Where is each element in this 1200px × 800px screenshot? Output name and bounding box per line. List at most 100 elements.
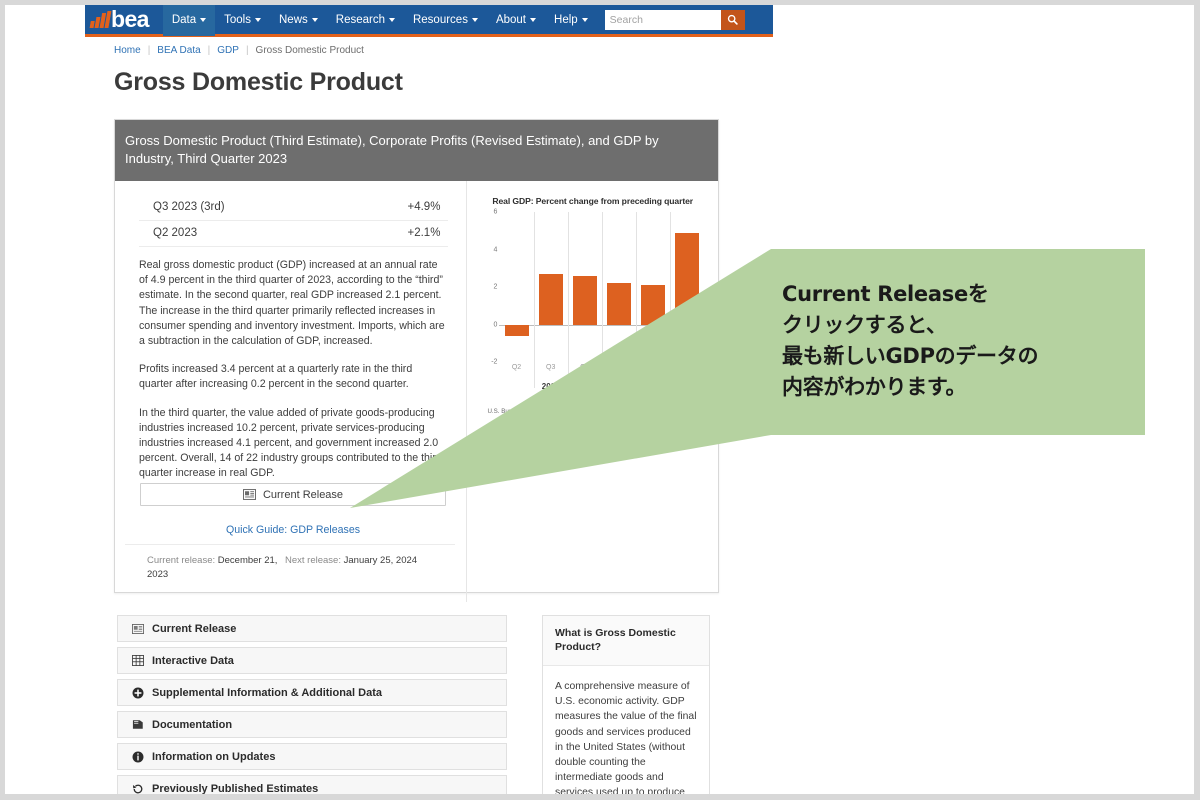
- current-release-button-label: Current Release: [262, 488, 344, 501]
- nav-item-resources-label: Resources: [412, 13, 468, 26]
- chart-bar: [675, 232, 700, 325]
- table-icon: [131, 654, 144, 667]
- screenshot-frame: bea Data Tools News Research Resources A…: [0, 0, 1200, 800]
- nav-item-tools-label: Tools: [224, 13, 251, 26]
- chart-x-group-labels: 2022 2023: [499, 382, 704, 396]
- chart-footnotes: U.S. Bureau of Economic Analysis Seasona…: [487, 408, 700, 415]
- bea-logo[interactable]: bea: [87, 5, 157, 36]
- nav-item-about[interactable]: About: [487, 5, 545, 36]
- list-item-current-release[interactable]: Current Release: [117, 615, 507, 642]
- chart-gridline: [636, 212, 638, 388]
- annotation-callout-text: Current Releaseを クリックすると、 最も新しいGDPのデータの …: [782, 282, 1039, 399]
- list-item-label: Interactive Data: [152, 654, 234, 667]
- site-navbar: bea Data Tools News Research Resources A…: [85, 5, 773, 37]
- nav-item-resources[interactable]: Resources: [404, 5, 487, 36]
- chevron-down-icon: [471, 17, 478, 22]
- site-search: [604, 9, 745, 30]
- browser-page: bea Data Tools News Research Resources A…: [5, 5, 1194, 794]
- chart-x-tick-labels: Q2 Q3 Q4 Q1 Q2 Q3: [499, 364, 704, 376]
- chart-gridline: [601, 212, 603, 388]
- current-release-button[interactable]: Current Release: [140, 483, 446, 506]
- chart-x-tick-label: Q4: [580, 364, 590, 371]
- chart-bar: [504, 324, 529, 336]
- breadcrumb-separator: |: [245, 45, 249, 56]
- current-release-date-group: Current release: December 21, 2023: [125, 554, 285, 582]
- release-card-body: Q3 2023 (3rd) +4.9% Q2 2023 +2.1% Real g…: [115, 181, 718, 602]
- chevron-down-icon: [530, 17, 537, 22]
- resource-link-list: Current Release Interactive Data Supplem…: [117, 615, 507, 795]
- list-item-supplemental-information[interactable]: Supplemental Information & Additional Da…: [117, 679, 507, 706]
- annotation-callout: Current Releaseを クリックすると、 最も新しいGDPのデータの …: [771, 249, 1145, 435]
- next-release-date-value: January 25, 2024: [343, 555, 418, 566]
- what-is-gdp-panel: What is Gross Domestic Product? A compre…: [542, 615, 710, 799]
- release-paragraph-2: Profits increased 3.4 percent at a quart…: [139, 363, 413, 391]
- nav-menu: Data Tools News Research Resources About: [162, 5, 597, 36]
- list-item-label: Documentation: [152, 718, 233, 731]
- next-release-date-label: Next release:: [285, 555, 341, 566]
- search-input[interactable]: [604, 9, 721, 30]
- stat-value: +2.1%: [407, 227, 441, 239]
- quick-guide-link[interactable]: Quick Guide: GDP Releases: [140, 524, 446, 536]
- list-item-documentation[interactable]: Documentation: [117, 711, 507, 738]
- chevron-down-icon: [200, 17, 207, 22]
- nav-item-news[interactable]: News: [270, 5, 327, 36]
- release-card-header: Gross Domestic Product (Third Estimate),…: [115, 120, 718, 181]
- chart-year-label: 2022: [541, 382, 560, 391]
- search-button[interactable]: [720, 9, 745, 30]
- nav-item-help-label: Help: [554, 13, 578, 26]
- nav-item-help[interactable]: Help: [545, 5, 597, 36]
- stat-row-q2-2023: Q2 2023 +2.1%: [139, 221, 449, 247]
- stat-label: Q3 2023 (3rd): [153, 201, 225, 213]
- chart-x-tick-label: Q3: [546, 364, 556, 371]
- breadcrumb-item-bea-data[interactable]: BEA Data: [157, 45, 200, 56]
- bea-logo-text: bea: [111, 6, 149, 32]
- newspaper-icon: [131, 622, 144, 635]
- chart-bar: [538, 273, 563, 325]
- chevron-down-icon: [255, 17, 261, 22]
- what-is-gdp-panel-body: A comprehensive measure of U.S. economic…: [555, 681, 697, 799]
- breadcrumb-current: Gross Domestic Product: [255, 45, 364, 56]
- chart-rate-note: Seasonally adjusted annual rates: [608, 408, 700, 415]
- breadcrumb: Home | BEA Data | GDP | Gross Domestic P…: [114, 45, 364, 56]
- chart-gridline: [533, 212, 535, 388]
- chart-y-tick: 4: [493, 246, 498, 253]
- current-release-date-label: Current release:: [147, 555, 216, 566]
- stat-row-q3-2023: Q3 2023 (3rd) +4.9%: [139, 195, 449, 221]
- release-paragraph-1: Real gross domestic product (GDP) increa…: [139, 259, 445, 348]
- release-card-chart-column: Real GDP: Percent change from preceding …: [466, 181, 718, 602]
- nav-item-data-label: Data: [171, 13, 197, 26]
- gdp-bar-chart: -2 0 2 4 6 Q2 Q3 Q4 Q1 Q2 Q3 2022 2023 U.S. Bureau…: [481, 209, 704, 415]
- chart-x-tick-label: Q2: [648, 364, 658, 371]
- chart-y-tick: 0: [493, 321, 498, 328]
- list-item-information-on-updates[interactable]: Information on Updates: [117, 743, 507, 770]
- chart-year-label: 2023: [644, 382, 663, 391]
- chart-plot-area: [499, 212, 704, 388]
- book-icon: [131, 718, 144, 731]
- nav-item-data[interactable]: Data: [162, 5, 216, 36]
- release-summary-text: Real gross domestic product (GDP) increa…: [139, 258, 448, 482]
- chart-bar: [607, 283, 632, 325]
- chart-bar: [641, 285, 666, 325]
- chart-x-tick-label: Q2: [511, 364, 522, 371]
- breadcrumb-item-gdp[interactable]: GDP: [217, 45, 239, 56]
- chart-bar: [572, 275, 597, 325]
- what-is-gdp-panel-title: What is Gross Domestic Product?: [543, 616, 709, 666]
- next-release-date-group: Next release: January 25, 2024: [285, 554, 417, 582]
- list-item-interactive-data[interactable]: Interactive Data: [117, 647, 507, 674]
- chart-x-tick-label: Q1: [614, 364, 624, 371]
- nav-item-research[interactable]: Research: [327, 5, 404, 36]
- chart-y-axis: -2 0 2 4 6: [481, 209, 499, 366]
- chevron-down-icon: [311, 17, 318, 22]
- search-icon: [727, 14, 738, 25]
- release-card-left-column: Q3 2023 (3rd) +4.9% Q2 2023 +2.1% Real g…: [115, 181, 466, 602]
- release-card: Gross Domestic Product (Third Estimate),…: [114, 119, 719, 602]
- list-item-label: Previously Published Estimates: [152, 782, 319, 795]
- plus-circle-icon: [131, 686, 144, 699]
- nav-item-about-label: About: [495, 13, 527, 26]
- stat-value: +4.9%: [407, 201, 441, 213]
- list-item-previously-published-estimates[interactable]: Previously Published Estimates: [117, 775, 507, 795]
- chart-x-tick-label: Q3: [682, 364, 693, 371]
- breadcrumb-item-home[interactable]: Home: [114, 45, 141, 56]
- nav-item-tools[interactable]: Tools: [215, 5, 270, 36]
- chevron-down-icon: [581, 17, 588, 22]
